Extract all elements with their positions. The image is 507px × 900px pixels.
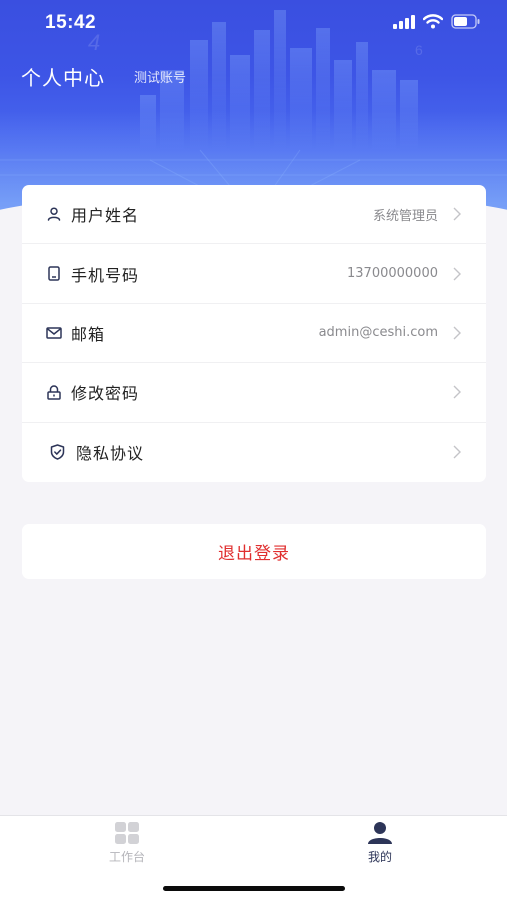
row-value: 13700000000 <box>347 266 438 282</box>
logout-button[interactable]: 退出登录 <box>22 524 486 579</box>
row-label: 邮箱 <box>71 324 106 344</box>
lock-icon <box>46 384 62 400</box>
battery-icon <box>451 14 480 29</box>
mail-icon <box>46 325 62 341</box>
row-privacy-policy[interactable]: 隐私协议 <box>22 423 486 482</box>
row-email[interactable]: 邮箱 admin@ceshi.com <box>22 304 486 364</box>
tab-workbench[interactable]: 工作台 <box>67 816 187 876</box>
tab-label: 我的 <box>367 850 392 864</box>
status-time: 15:42 <box>45 12 97 33</box>
status-bar: 15:42 <box>0 0 507 46</box>
row-change-password[interactable]: 修改密码 <box>22 363 486 423</box>
row-value: admin@ceshi.com <box>318 325 438 341</box>
row-value: 系统管理员 <box>372 208 438 224</box>
row-phone[interactable]: 手机号码 13700000000 <box>22 244 486 304</box>
profile-card: 用户姓名 系统管理员 手机号码 13700000000 邮箱 admin@ces… <box>22 185 486 482</box>
account-type-label: 测试账号 <box>134 71 187 86</box>
row-label: 手机号码 <box>71 265 140 285</box>
chevron-right-icon <box>453 445 461 459</box>
person-icon <box>368 822 392 844</box>
page-title: 个人中心 <box>21 66 105 90</box>
wifi-icon <box>423 14 443 29</box>
tab-label: 工作台 <box>108 850 145 864</box>
status-icons <box>393 14 481 29</box>
user-icon <box>46 206 62 222</box>
logout-label: 退出登录 <box>218 544 290 564</box>
row-label: 修改密码 <box>71 384 140 404</box>
cellular-signal-icon <box>393 14 415 29</box>
grid-icon <box>115 822 139 844</box>
tab-mine[interactable]: 我的 <box>320 816 440 876</box>
chevron-right-icon <box>453 326 461 340</box>
phone-icon <box>46 266 62 282</box>
chevron-right-icon <box>453 207 461 221</box>
shield-icon <box>49 444 65 460</box>
chevron-right-icon <box>453 267 461 281</box>
row-label: 隐私协议 <box>76 444 145 464</box>
chevron-right-icon <box>453 385 461 399</box>
home-indicator <box>163 886 345 891</box>
row-username[interactable]: 用户姓名 系统管理员 <box>22 185 486 245</box>
row-label: 用户姓名 <box>71 206 140 226</box>
